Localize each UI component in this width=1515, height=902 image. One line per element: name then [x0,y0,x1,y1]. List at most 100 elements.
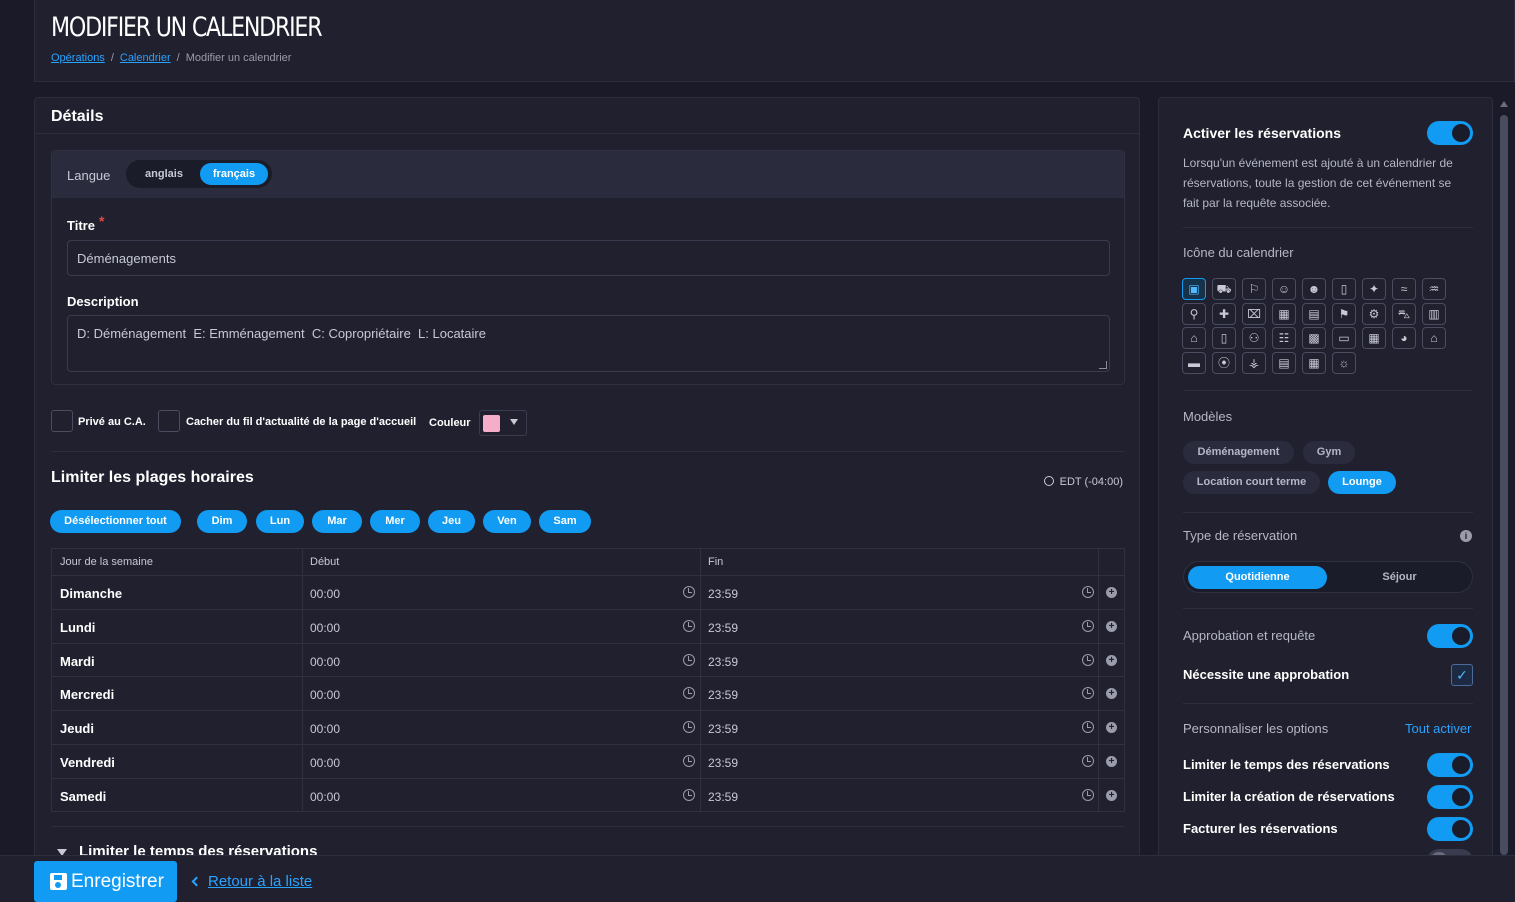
cake-icon[interactable]: ▦ [1362,327,1386,349]
row-start-time[interactable]: 00:00 [310,722,340,736]
group-icon[interactable]: ⚇ [1242,327,1266,349]
clock-icon[interactable] [683,586,695,598]
private-checkbox[interactable] [51,410,73,432]
truck-icon[interactable]: ⛟ [1212,278,1236,300]
cart-icon[interactable]: ✚ [1212,302,1236,325]
model-gym[interactable]: Gym [1303,441,1355,464]
add-slot-icon[interactable]: + [1106,587,1117,598]
bike-icon[interactable]: ⚙ [1362,302,1386,325]
day-pill-thu[interactable]: Jeu [428,510,475,533]
building-icon[interactable]: ▥ [1422,302,1446,325]
row-end-time[interactable]: 23:59 [708,621,738,635]
bbq-icon[interactable]: ☼ [1332,351,1356,374]
runner-icon[interactable]: ✦ [1362,278,1386,300]
seating-icon[interactable]: ▦ [1302,351,1326,374]
person-icon[interactable]: ☻ [1302,278,1326,300]
model-short-rental[interactable]: Location court terme [1183,471,1320,494]
language-option-french[interactable]: français [200,163,268,185]
clock-icon[interactable] [1082,721,1094,734]
garage-icon[interactable]: ⌂ [1182,327,1206,349]
day-pill-tue[interactable]: Mar [312,510,362,533]
model-lounge[interactable]: Lounge [1328,471,1396,494]
day-pill-sun[interactable]: Dim [197,510,247,533]
needs-approval-checkbox[interactable]: ✓ [1451,664,1473,686]
scrollbar[interactable] [1497,97,1511,867]
description-textarea[interactable]: D: Déménagement E: Emménagement C: Copro… [67,315,1110,372]
language-option-english[interactable]: anglais [132,163,196,185]
day-pill-mon[interactable]: Lun [256,510,304,533]
add-slot-icon[interactable]: + [1106,688,1117,700]
house-icon[interactable]: ⌂ [1422,327,1446,349]
calendar-icon[interactable]: ▦ [1272,302,1296,325]
calendar-check-icon[interactable]: ▣ [1182,278,1206,300]
row-end-time[interactable]: 23:59 [708,587,738,601]
day-pill-wed[interactable]: Mer [370,510,420,533]
model-moving[interactable]: Déménagement [1183,441,1294,464]
row-end-time[interactable]: 23:59 [708,655,738,669]
row-end-time[interactable]: 23:59 [708,722,738,736]
back-to-list-link[interactable]: Retour à la liste [191,873,312,890]
row-start-time[interactable]: 00:00 [310,790,340,804]
flag-icon[interactable]: ⚑ [1332,302,1356,325]
add-slot-icon[interactable]: + [1106,789,1117,801]
mover-icon[interactable]: ⚐ [1242,278,1266,300]
parking-icon[interactable]: ▤ [1272,351,1296,374]
ticket-icon[interactable]: ▭ [1332,327,1356,349]
team-icon[interactable]: ☷ [1272,327,1296,349]
scrollbar-thumb[interactable] [1500,115,1508,855]
swimmer-icon[interactable]: ≈ [1392,278,1416,300]
add-slot-icon[interactable]: + [1106,756,1117,767]
color-picker[interactable] [479,410,527,436]
clock-icon[interactable] [683,788,695,801]
row-end-time[interactable]: 23:59 [708,688,738,702]
clipboard-icon[interactable]: ▤ [1302,302,1326,325]
activate-all-link[interactable]: Tout activer [1405,721,1471,736]
option-limit-time-toggle[interactable] [1427,753,1473,777]
breadcrumb-calendar-link[interactable]: Calendrier [120,52,171,64]
dumbbell-icon[interactable]: ♒ [1422,278,1446,300]
scroll-up-arrow-icon[interactable] [1500,101,1508,107]
clock-icon[interactable] [683,653,695,666]
day-pill-sat[interactable]: Sam [539,510,591,533]
breadcrumb-operations-link[interactable]: Opérations [51,52,105,64]
car-icon[interactable]: ⛍ [1392,302,1416,325]
clock-icon[interactable] [683,687,695,700]
broom-icon[interactable]: ⚶ [1242,351,1266,374]
elevator-icon[interactable]: ▯ [1212,327,1236,349]
deselect-all-button[interactable]: Désélectionner tout [50,510,181,533]
door-icon[interactable]: ▯ [1332,278,1356,300]
row-start-time[interactable]: 00:00 [310,587,340,601]
add-slot-icon[interactable]: + [1106,722,1117,734]
enable-bookings-toggle[interactable] [1427,121,1473,145]
clock-icon[interactable] [683,755,695,767]
row-start-time[interactable]: 00:00 [310,688,340,702]
add-slot-icon[interactable]: + [1106,654,1117,666]
pets-icon[interactable]: ◕ [1392,327,1416,349]
storage-icon[interactable]: ▩ [1302,327,1326,349]
save-button[interactable]: Enregistrer [34,861,177,902]
clock-icon[interactable] [1082,755,1094,767]
title-input[interactable]: Déménagements [67,240,1110,276]
day-pill-fri[interactable]: Ven [483,510,531,533]
row-start-time[interactable]: 00:00 [310,756,340,770]
bed-icon[interactable]: ▬ [1182,351,1206,374]
add-slot-icon[interactable]: + [1106,620,1117,632]
clock-icon[interactable] [1082,653,1094,666]
clock-icon[interactable] [1082,586,1094,598]
map-pin-icon[interactable]: ⦿ [1212,351,1236,374]
type-stay[interactable]: Séjour [1330,566,1469,589]
row-end-time[interactable]: 23:59 [708,790,738,804]
clock-icon[interactable] [1082,788,1094,801]
clock-icon[interactable] [1082,687,1094,700]
hide-feed-checkbox[interactable] [158,410,180,432]
option-billing-toggle[interactable] [1427,817,1473,841]
resize-grip-icon[interactable] [1099,361,1107,369]
bicycle-icon[interactable]: ⚲ [1182,302,1206,325]
row-end-time[interactable]: 23:59 [708,756,738,770]
type-daily[interactable]: Quotidienne [1188,566,1327,589]
gift-box-icon[interactable]: ⌧ [1242,302,1266,325]
info-icon[interactable]: i [1460,530,1472,542]
people-icon[interactable]: ☺ [1272,278,1296,300]
option-limit-creation-toggle[interactable] [1427,785,1473,809]
clock-icon[interactable] [683,721,695,734]
